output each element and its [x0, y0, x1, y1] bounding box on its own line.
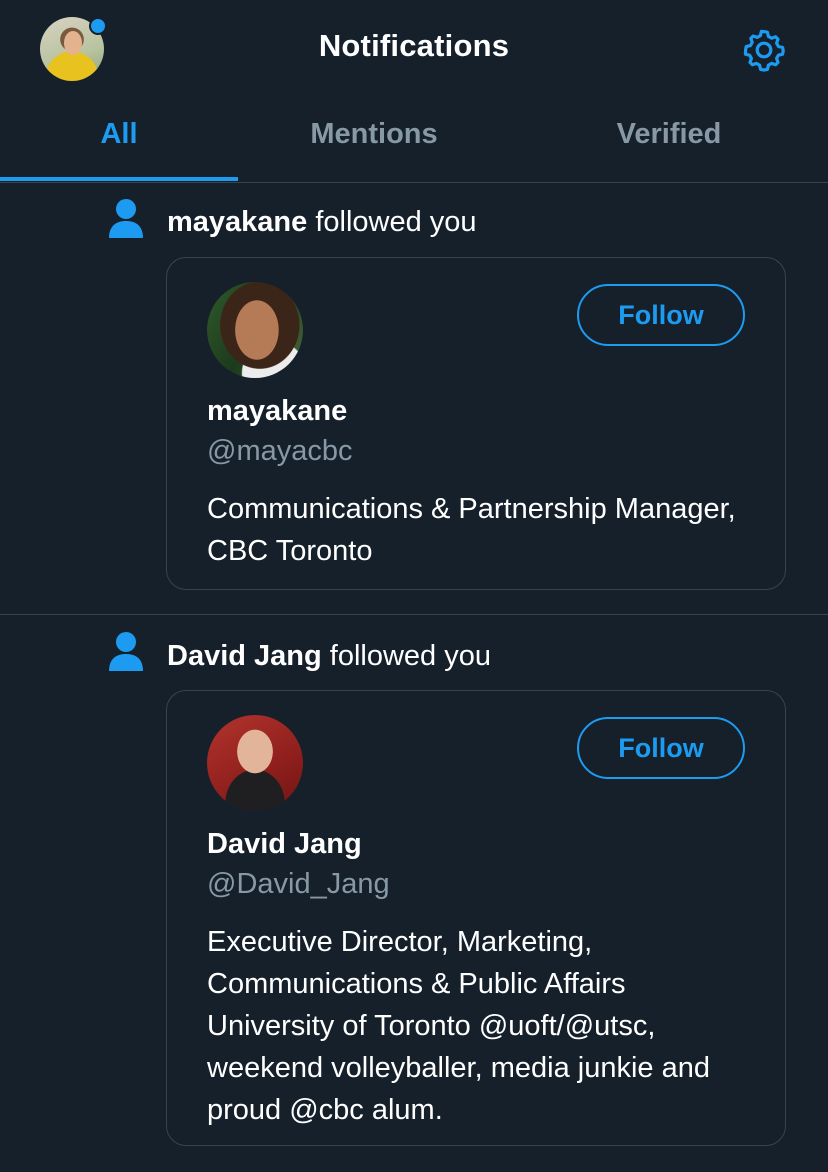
avatar[interactable] — [207, 715, 303, 811]
top-bar: Notifications — [0, 0, 828, 100]
follow-button[interactable]: Follow — [577, 717, 745, 779]
follow-button[interactable]: Follow — [577, 284, 745, 346]
notification-item[interactable]: David Jang followed you Follow David Jan… — [0, 615, 828, 1172]
notification-tabs: All Mentions Verified — [0, 100, 828, 183]
avatar[interactable] — [207, 282, 303, 378]
notification-action: followed you — [307, 206, 477, 238]
notification-text: David Jang followed you — [167, 640, 491, 673]
notification-item[interactable]: mayakane followed you Follow mayakane @m… — [0, 182, 828, 614]
tab-mentions[interactable]: Mentions — [238, 118, 510, 151]
tab-verified[interactable]: Verified — [510, 118, 828, 151]
user-handle: @David_Jang — [207, 868, 390, 900]
gear-icon[interactable] — [740, 26, 788, 74]
user-card[interactable]: Follow David Jang @David_Jang Executive … — [166, 690, 786, 1146]
person-icon — [107, 198, 145, 238]
user-bio: Executive Director, Marketing, Communica… — [207, 926, 710, 1126]
user-card[interactable]: Follow mayakane @mayacbc Communications … — [166, 257, 786, 590]
notification-text: mayakane followed you — [167, 206, 477, 239]
notification-action: followed you — [321, 640, 491, 672]
tab-all[interactable]: All — [0, 118, 238, 151]
actor-name[interactable]: David Jang — [167, 640, 322, 672]
page-title: Notifications — [318, 28, 510, 63]
user-handle: @mayacbc — [207, 435, 353, 467]
active-tab-indicator — [0, 177, 238, 181]
user-name: David Jang — [207, 828, 362, 860]
user-bio: Communications & Partnership Manager, CB… — [207, 493, 736, 567]
actor-name[interactable]: mayakane — [167, 206, 307, 238]
user-name: mayakane — [207, 395, 348, 427]
person-icon — [107, 631, 145, 671]
